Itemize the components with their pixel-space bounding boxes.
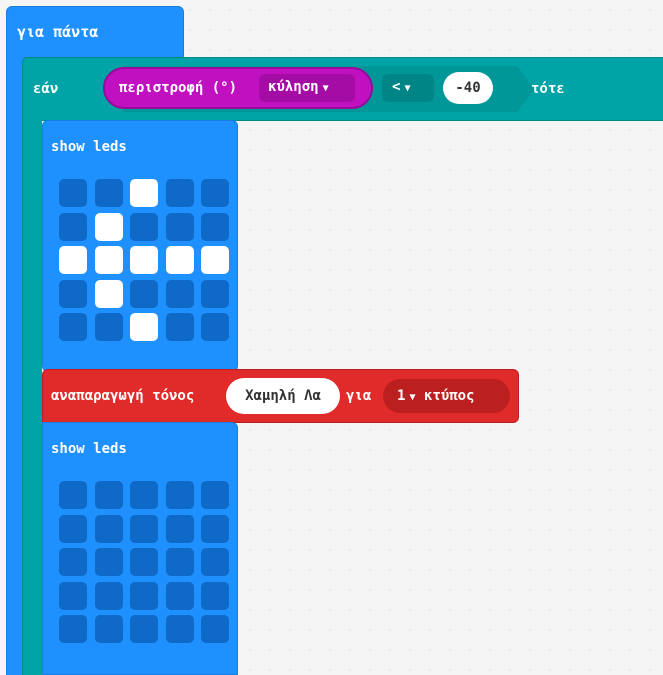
if-label: εάν — [33, 81, 59, 97]
led-cell[interactable] — [201, 246, 229, 274]
led-cell[interactable] — [59, 548, 87, 576]
led-cell[interactable] — [94, 212, 123, 241]
led-cell[interactable] — [165, 548, 194, 576]
led-cell[interactable] — [165, 313, 194, 341]
led-cell[interactable] — [94, 581, 123, 610]
chevron-down-icon: ▼ — [404, 83, 411, 94]
led-cell[interactable] — [130, 313, 158, 341]
led-cell[interactable] — [94, 279, 123, 308]
chevron-down-icon: ▼ — [322, 83, 329, 94]
play-tone-label: αναπαραγωγή τόνος — [51, 388, 195, 404]
led-cell[interactable] — [201, 615, 229, 643]
led-cell[interactable] — [201, 279, 229, 308]
for-label: για — [346, 388, 372, 404]
led-cell[interactable] — [201, 481, 229, 509]
led-cell[interactable] — [59, 481, 87, 509]
show-leds-label: show leds — [51, 139, 127, 155]
led-cell[interactable] — [130, 548, 158, 576]
play-tone-block[interactable]: αναπαραγωγή τόνος Χαμηλή Λα για 1 ▼ κτύπο… — [42, 369, 519, 423]
led-cell[interactable] — [94, 514, 123, 543]
led-cell[interactable] — [59, 179, 87, 207]
led-cell[interactable] — [130, 514, 158, 543]
led-cell[interactable] — [94, 481, 123, 509]
led-cell[interactable] — [201, 581, 229, 610]
led-cell[interactable] — [59, 212, 87, 241]
led-cell[interactable] — [59, 279, 87, 308]
then-label: τότε — [531, 81, 565, 97]
threshold-input[interactable]: -40 — [443, 72, 493, 104]
led-cell[interactable] — [59, 514, 87, 543]
led-cell[interactable] — [130, 246, 158, 274]
rotation-reporter[interactable]: περιστροφή (°) κύληση ▼ — [103, 67, 373, 109]
led-cell[interactable] — [165, 481, 194, 509]
led-cell[interactable] — [59, 581, 87, 610]
beats-value: 1 — [397, 388, 406, 404]
led-cell[interactable] — [94, 313, 123, 341]
led-cell[interactable] — [201, 179, 229, 207]
if-block-arm — [22, 119, 42, 675]
led-cell[interactable] — [130, 481, 158, 509]
led-cell[interactable] — [201, 212, 229, 241]
beats-dropdown[interactable]: 1 ▼ κτύπος — [383, 379, 510, 413]
chevron-down-icon: ▼ — [409, 392, 416, 403]
show-leds-block[interactable]: show leds — [42, 120, 238, 372]
led-cell[interactable] — [130, 279, 158, 308]
beats-unit: κτύπος — [423, 388, 475, 404]
operator-dropdown[interactable]: < ▼ — [382, 74, 434, 102]
led-cell[interactable] — [59, 246, 87, 274]
led-cell[interactable] — [165, 581, 194, 610]
led-cell[interactable] — [201, 548, 229, 576]
led-cell[interactable] — [201, 313, 229, 341]
axis-dropdown[interactable]: κύληση ▼ — [259, 74, 355, 102]
show-leds-block[interactable]: show leds — [42, 422, 238, 675]
led-cell[interactable] — [94, 548, 123, 576]
led-cell[interactable] — [130, 615, 158, 643]
led-cell[interactable] — [94, 246, 123, 274]
led-cell[interactable] — [59, 313, 87, 341]
operator-value: < — [392, 79, 401, 95]
show-leds-label: show leds — [51, 441, 127, 457]
led-cell[interactable] — [94, 615, 123, 643]
axis-value: κύληση — [268, 79, 319, 95]
led-cell[interactable] — [59, 615, 87, 643]
led-cell[interactable] — [130, 212, 158, 241]
if-block[interactable]: εάν περιστροφή (°) κύληση ▼ < ▼ -40 τότε — [22, 57, 663, 121]
led-cell[interactable] — [130, 179, 158, 207]
led-cell[interactable] — [165, 279, 194, 308]
forever-label: για πάντα — [17, 23, 99, 41]
led-cell[interactable] — [165, 212, 194, 241]
led-cell[interactable] — [165, 246, 194, 274]
led-cell[interactable] — [130, 581, 158, 610]
led-cell[interactable] — [165, 514, 194, 543]
led-cell[interactable] — [201, 514, 229, 543]
led-cell[interactable] — [165, 179, 194, 207]
forever-block[interactable]: για πάντα — [6, 6, 184, 58]
rotation-label: περιστροφή (°) — [119, 80, 238, 96]
led-cell[interactable] — [165, 615, 194, 643]
led-cell[interactable] — [94, 179, 123, 207]
note-field[interactable]: Χαμηλή Λα — [226, 378, 340, 414]
